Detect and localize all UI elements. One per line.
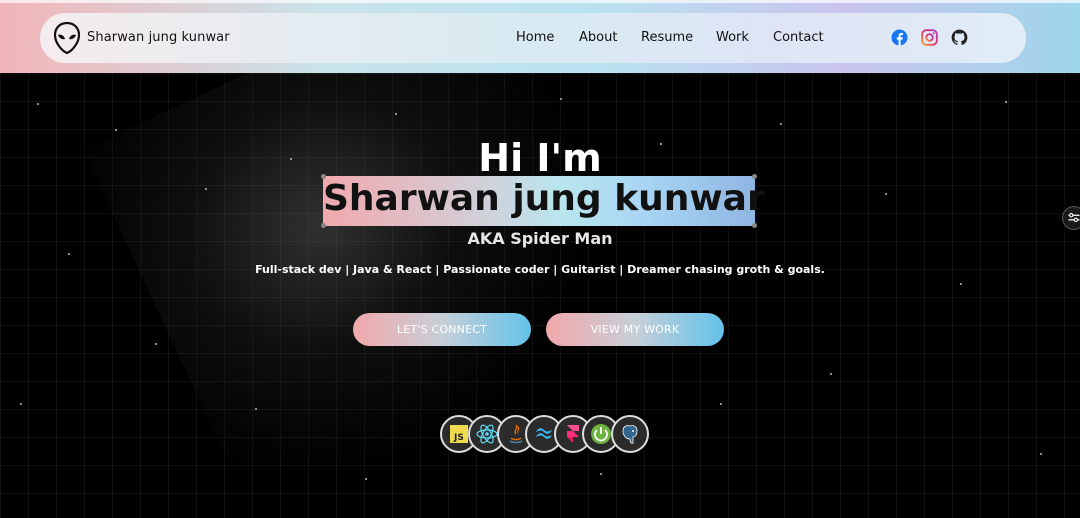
- brand-name[interactable]: Sharwan jung kunwar: [87, 30, 230, 45]
- star: [20, 403, 22, 405]
- star: [600, 473, 602, 475]
- lets-connect-button[interactable]: LET'S CONNECT: [353, 313, 531, 346]
- star: [560, 98, 562, 100]
- greeting-heading: Hi I'm: [478, 136, 602, 180]
- nav-contact[interactable]: Contact: [773, 30, 824, 45]
- highlight-corner: [321, 223, 326, 228]
- star: [205, 188, 207, 190]
- settings-toggle-widget[interactable]: [1062, 206, 1080, 230]
- alien-logo-icon[interactable]: [54, 22, 80, 54]
- sliders-icon: [1068, 213, 1080, 223]
- view-my-work-button[interactable]: VIEW MY WORK: [546, 313, 724, 346]
- postgresql-icon[interactable]: [611, 415, 649, 453]
- star: [1040, 453, 1042, 455]
- js-label: JS: [453, 433, 464, 443]
- star: [68, 253, 70, 255]
- nav-resume[interactable]: Resume: [641, 30, 693, 45]
- nav-home[interactable]: Home: [516, 30, 554, 45]
- star: [720, 403, 722, 405]
- facebook-icon[interactable]: [891, 29, 908, 46]
- star: [830, 373, 832, 375]
- highlight-corner: [752, 223, 757, 228]
- star: [365, 478, 367, 480]
- nav-work[interactable]: Work: [716, 30, 749, 45]
- star: [37, 103, 39, 105]
- star: [255, 408, 257, 410]
- star: [960, 283, 962, 285]
- star: [115, 129, 117, 131]
- star: [780, 123, 782, 125]
- star: [155, 343, 157, 345]
- instagram-icon[interactable]: [921, 29, 938, 46]
- nav-about[interactable]: About: [579, 30, 617, 45]
- hero-name: Sharwan jung kunwar: [323, 178, 765, 219]
- alias-text: AKA Spider Man: [467, 229, 613, 248]
- star: [1005, 101, 1007, 103]
- tagline: Full-stack dev | Java & React | Passiona…: [255, 263, 825, 276]
- header-top-line: [0, 0, 1080, 3]
- github-icon[interactable]: [951, 29, 968, 46]
- star: [395, 113, 397, 115]
- star: [885, 193, 887, 195]
